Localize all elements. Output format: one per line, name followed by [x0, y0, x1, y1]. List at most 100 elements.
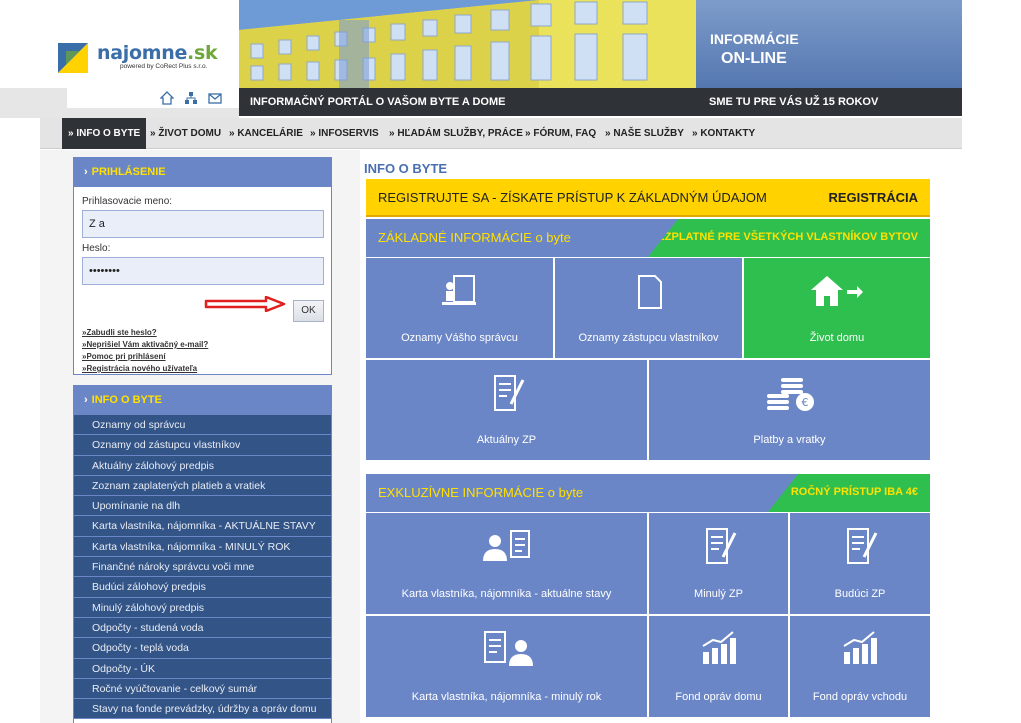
exclusive-info-bar: EXKLUZÍVNE INFORMÁCIE o byte ROČNÝ PRÍST… [366, 474, 930, 512]
menu-item[interactable]: Ročné vyúčtovanie - celkový sumár [74, 678, 331, 700]
username-input[interactable]: Z a [82, 210, 324, 238]
menu-item[interactable]: Zoznam zaplatených platieb a vratiek [74, 475, 331, 497]
nav-kancelarie[interactable]: » KANCELÁRIE [223, 118, 309, 149]
login-links: Zabudli ste heslo? Neprišiel Vám aktivač… [82, 328, 208, 376]
nav-zivot-domu[interactable]: » ŽIVOT DOMU [144, 118, 227, 149]
menu-item[interactable]: Karta vlastníka, nájomníka - AKTUÁLNE ST… [74, 516, 331, 537]
login-help-link[interactable]: Pomoc pri prihlásení [82, 352, 208, 364]
document-person-icon [483, 631, 533, 666]
menu-item[interactable]: Oznamy od zástupcu vlastníkov [74, 435, 331, 456]
page: najomne.sk powered by CoRect Plus s.r.o.… [0, 0, 1021, 723]
tile-oznamy-spravcu[interactable]: Oznamy Vášho správcu [366, 258, 553, 358]
tile-caption: Oznamy zástupcu vlastníkov [578, 332, 719, 344]
growth-chart-icon [843, 631, 877, 664]
page-title: INFO O BYTE [364, 161, 448, 176]
document-icon [637, 275, 662, 309]
free-tag-label: BEZPLATNÉ PRE VŠETKÝCH VLASTNÍKOV BYTOV [649, 231, 918, 243]
coins-euro-icon: € [766, 378, 814, 411]
tile-karta-aktualne[interactable]: Karta vlastníka, nájomníka - aktuálne st… [366, 513, 647, 614]
registration-text: REGISTRUJTE SA - ZÍSKATE PRÍSTUP K ZÁKLA… [378, 190, 767, 205]
tile-caption: Fond opráv domu [675, 691, 762, 703]
menu-item[interactable]: Oznamy od správcu [74, 415, 331, 436]
tile-buduci-zp[interactable]: Budúci ZP [790, 513, 930, 614]
logo[interactable]: najomne.sk powered by CoRect Plus s.r.o. [0, 0, 239, 88]
menu-item[interactable]: Odpočty - ÚK [74, 658, 331, 679]
tile-caption: Minulý ZP [694, 588, 743, 600]
form-pen-icon [493, 375, 524, 411]
portal-banner: INFORMAČNÝ PORTÁL O VAŠOM BYTE A DOME SM… [239, 88, 962, 116]
menu-item[interactable]: Stavy na fonde prevádzky, údržby a opráv… [74, 699, 331, 720]
registration-bar[interactable]: REGISTRUJTE SA - ZÍSKATE PRÍSTUP K ZÁKLA… [366, 179, 930, 217]
password-input[interactable]: •••••••• [82, 257, 324, 285]
tile-karta-minuly-rok[interactable]: Karta vlastníka, nájomníka - minulý rok [366, 616, 647, 717]
login-panel: PRIHLÁSENIE Prihlasovacie meno: Z a Hesl… [73, 157, 332, 375]
main-nav: » INFO O BYTE » ŽIVOT DOMU » KANCELÁRIE … [40, 118, 962, 149]
tile-caption: Karta vlastníka, nájomníka - aktuálne st… [401, 588, 612, 600]
registration-link[interactable]: REGISTRÁCIA [828, 190, 918, 205]
portal-tagline: INFORMAČNÝ PORTÁL O VAŠOM BYTE A DOME [250, 96, 506, 108]
tile-platby-vratky[interactable]: € Platby a vratky [649, 360, 930, 460]
manager-desk-icon [441, 275, 476, 305]
free-tag: BEZPLATNÉ PRE VŠETKÝCH VLASTNÍKOV BYTOV [648, 219, 930, 257]
tile-minuly-zp[interactable]: Minulý ZP [649, 513, 788, 614]
menu-item[interactable]: Odpočty - studená voda [74, 617, 331, 639]
house-arrow-icon [811, 276, 863, 306]
nav-nase-sluzby[interactable]: » NAŠE SLUŽBY [599, 118, 690, 149]
nav-forum-faq[interactable]: » FÓRUM, FAQ [519, 118, 602, 149]
tile-oznamy-zastupcu[interactable]: Oznamy zástupcu vlastníkov [555, 258, 742, 358]
red-arrow-icon [204, 296, 286, 312]
mail-icon[interactable] [208, 91, 222, 105]
basic-info-title: ZÁKLADNÉ INFORMÁCIE o byte [378, 230, 571, 245]
activation-email-link[interactable]: Neprišiel Vám aktivačný e-mail? [82, 340, 208, 352]
tile-aktualny-zp[interactable]: Aktuálny ZP [366, 360, 647, 460]
info-subtitle: ON-LINE [721, 50, 787, 67]
forgot-password-link[interactable]: Zabudli ste heslo? [82, 328, 208, 340]
form-pen-icon [705, 528, 736, 564]
exclusive-info-title: EXKLUZÍVNE INFORMÁCIE o byte [378, 485, 584, 500]
tile-fond-oprav-domu[interactable]: Fond opráv domu [649, 616, 788, 717]
menu-item[interactable]: Upomínanie na dlh [74, 496, 331, 517]
tile-caption: Život domu [809, 332, 865, 344]
password-label: Heslo: [82, 243, 111, 254]
tile-caption: Oznamy Vášho správcu [401, 332, 518, 344]
username-label: Prihlasovacie meno: [82, 196, 173, 207]
nav-info-o-byte[interactable]: » INFO O BYTE [62, 118, 147, 149]
register-user-link[interactable]: Registrácia nového užívateľa [82, 364, 208, 376]
tile-fond-oprav-vchodu[interactable]: Fond opráv vchodu [790, 616, 930, 717]
svg-text:€: € [801, 396, 808, 409]
tile-caption: Fond opráv vchodu [812, 691, 908, 703]
info-menu-panel: INFO O BYTE Oznamy od správcu Oznamy od … [73, 385, 332, 723]
sitemap-icon[interactable] [184, 91, 198, 105]
nav-infoservis[interactable]: » INFOSERVIS [304, 118, 385, 149]
building-photo [239, 0, 696, 88]
login-title: PRIHLÁSENIE [74, 158, 331, 187]
basic-info-bar: ZÁKLADNÉ INFORMÁCIE o byte BEZPLATNÉ PRE… [366, 219, 930, 257]
portal-years: SME TU PRE VÁS UŽ 15 ROKOV [709, 96, 879, 108]
paid-tag-label: ROČNÝ PRÍSTUP IBA 4€ [790, 486, 918, 498]
menu-item[interactable]: Aktuálny zálohový predpis [74, 455, 331, 476]
tile-zivot-domu[interactable]: Život domu [744, 258, 930, 358]
info-online-panel: INFORMÁCIE ON-LINE [696, 0, 962, 88]
tile-caption: Platby a vratky [753, 434, 826, 446]
logo-subtitle: powered by CoRect Plus s.r.o. [120, 63, 208, 70]
tile-caption: Aktuálny ZP [476, 434, 537, 446]
nav-kontakty[interactable]: » KONTAKTY [686, 118, 761, 149]
tile-caption: Karta vlastníka, nájomníka - minulý rok [411, 691, 602, 703]
nav-hladam-sluzby[interactable]: » HĽADÁM SLUŽBY, PRÁCE [383, 118, 529, 149]
menu-item[interactable]: Minulý zálohový predpis [74, 597, 331, 618]
info-title: INFORMÁCIE [710, 31, 799, 47]
logo-text: najomne.sk [97, 42, 218, 64]
menu-item[interactable]: Budúci zálohový predpis [74, 577, 331, 598]
tile-caption: Budúci ZP [834, 588, 886, 600]
paid-tag: ROČNÝ PRÍSTUP IBA 4€ [768, 474, 930, 512]
home-icon[interactable] [159, 91, 175, 105]
growth-chart-icon [701, 631, 736, 664]
quick-icons-bar [0, 88, 239, 118]
menu-item[interactable]: Odpočty - teplá voda [74, 638, 331, 659]
login-ok-button[interactable]: OK [293, 300, 324, 322]
logo-mark-icon [58, 43, 88, 73]
info-menu-title: INFO O BYTE [74, 386, 331, 415]
menu-item[interactable]: Finančné nároky správcu voči mne [74, 557, 331, 578]
menu-item[interactable]: Karta vlastníka, nájomníka - MINULÝ ROK [74, 536, 331, 558]
person-document-icon [482, 530, 530, 561]
